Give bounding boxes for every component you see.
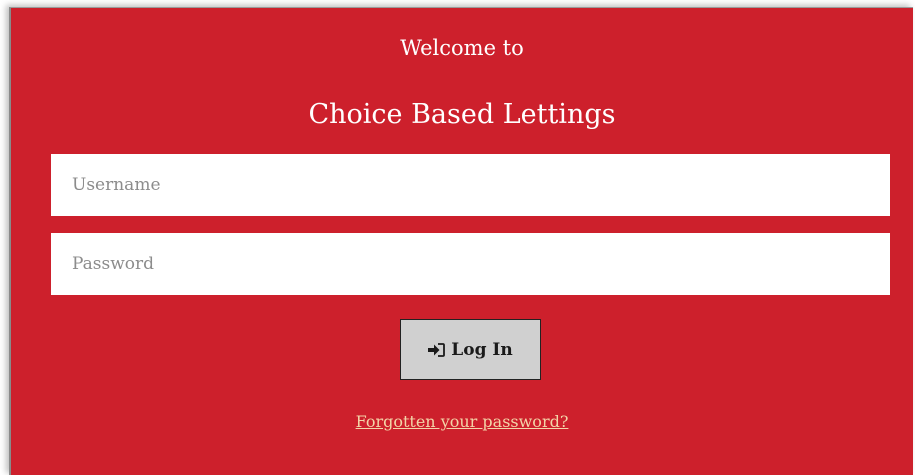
login-panel: Welcome to Choice Based Lettings Log In … <box>9 7 913 475</box>
login-button-label: Log In <box>451 339 513 360</box>
page: Welcome to Choice Based Lettings Log In … <box>0 0 915 475</box>
forgot-password-container: Forgotten your password? <box>11 412 913 431</box>
welcome-text: Welcome to <box>400 36 524 60</box>
forgot-password-link[interactable]: Forgotten your password? <box>356 412 569 431</box>
username-input[interactable] <box>51 154 890 216</box>
password-input[interactable] <box>51 233 890 295</box>
login-button[interactable]: Log In <box>400 319 541 380</box>
page-title: Choice Based Lettings <box>308 99 616 130</box>
sign-in-icon <box>428 342 446 357</box>
